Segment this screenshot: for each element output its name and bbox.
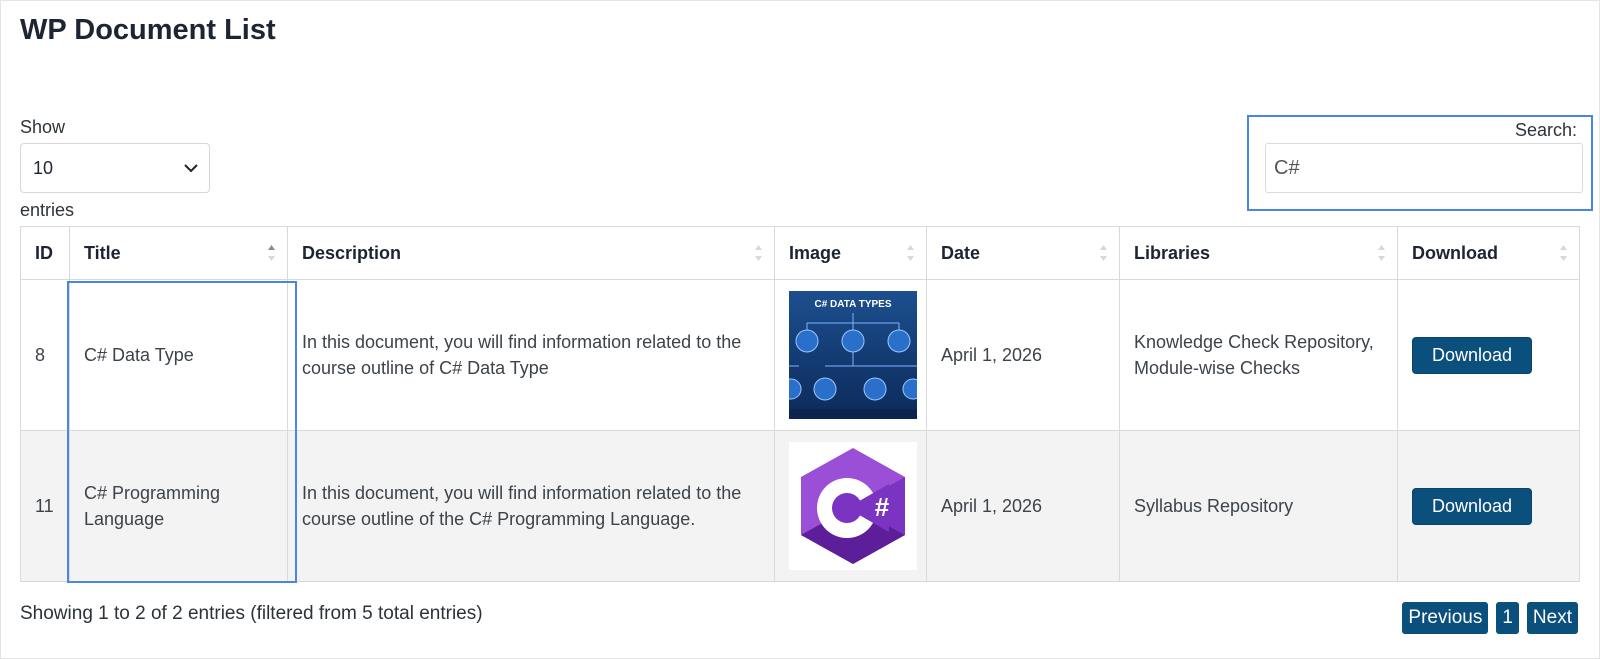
download-button[interactable]: Download xyxy=(1412,336,1533,374)
cell-libraries: Syllabus Repository xyxy=(1119,430,1398,582)
cell-libraries: Knowledge Check Repository, Module-wise … xyxy=(1119,279,1398,431)
column-header-libraries[interactable]: Libraries xyxy=(1119,226,1398,280)
svg-text:#: # xyxy=(875,492,890,522)
pagination: Previous 1 Next xyxy=(1402,602,1578,634)
column-header-date[interactable]: Date xyxy=(926,226,1120,280)
table-row: 11 C# Programming Language In this docum… xyxy=(20,430,1580,582)
previous-page-button[interactable]: Previous xyxy=(1402,602,1489,634)
column-header-title[interactable]: Title xyxy=(69,226,288,280)
csharp-data-types-thumbnail: C# DATA TYPES xyxy=(789,291,917,419)
cell-description: In this document, you will find informat… xyxy=(287,279,775,431)
entries-per-page-select[interactable]: 10 xyxy=(20,143,210,193)
cell-description: In this document, you will find informat… xyxy=(287,430,775,582)
search-highlight-box: Search: xyxy=(1247,115,1593,211)
column-header-description[interactable]: Description xyxy=(287,226,775,280)
page-title: WP Document List xyxy=(20,14,276,46)
cell-id: 8 xyxy=(20,279,70,431)
cell-title: C# Data Type xyxy=(69,279,288,431)
search-input[interactable] xyxy=(1265,143,1583,193)
cell-date: April 1, 2026 xyxy=(926,430,1120,582)
documents-table: ID Title Description Image Date Librarie… xyxy=(20,226,1580,582)
column-header-image[interactable]: Image xyxy=(774,226,927,280)
cell-image: C# DATA TYPES xyxy=(774,279,927,431)
page-1-button[interactable]: 1 xyxy=(1496,602,1519,634)
search-label: Search: xyxy=(1514,120,1577,140)
csharp-logo-thumbnail: # xyxy=(789,442,917,570)
table-row: 8 C# Data Type In this document, you wil… xyxy=(20,279,1580,431)
table-info-text: Showing 1 to 2 of 2 entries (filtered fr… xyxy=(20,603,483,624)
sort-icon xyxy=(1100,245,1107,261)
sort-icon xyxy=(907,245,914,261)
download-button[interactable]: Download xyxy=(1412,487,1533,525)
column-header-download[interactable]: Download xyxy=(1397,226,1580,280)
chevron-down-icon xyxy=(184,164,198,173)
svg-text:C# DATA TYPES: C# DATA TYPES xyxy=(814,299,891,310)
cell-title: C# Programming Language xyxy=(69,430,288,582)
next-page-button[interactable]: Next xyxy=(1526,602,1578,634)
cell-id: 11 xyxy=(20,430,70,582)
entries-per-page-value: 10 xyxy=(33,157,54,178)
sort-icon xyxy=(1560,245,1567,261)
show-label: Show xyxy=(20,117,66,137)
table-header-row: ID Title Description Image Date Librarie… xyxy=(20,226,1580,280)
sort-ascending-icon xyxy=(268,245,275,261)
cell-image: # xyxy=(774,430,927,582)
cell-download: Download xyxy=(1397,279,1580,431)
sort-icon xyxy=(1378,245,1385,261)
cell-download: Download xyxy=(1397,430,1580,582)
column-header-id[interactable]: ID xyxy=(20,226,70,280)
cell-date: April 1, 2026 xyxy=(926,279,1120,431)
sort-icon xyxy=(755,245,762,261)
entries-label: entries xyxy=(20,200,75,220)
